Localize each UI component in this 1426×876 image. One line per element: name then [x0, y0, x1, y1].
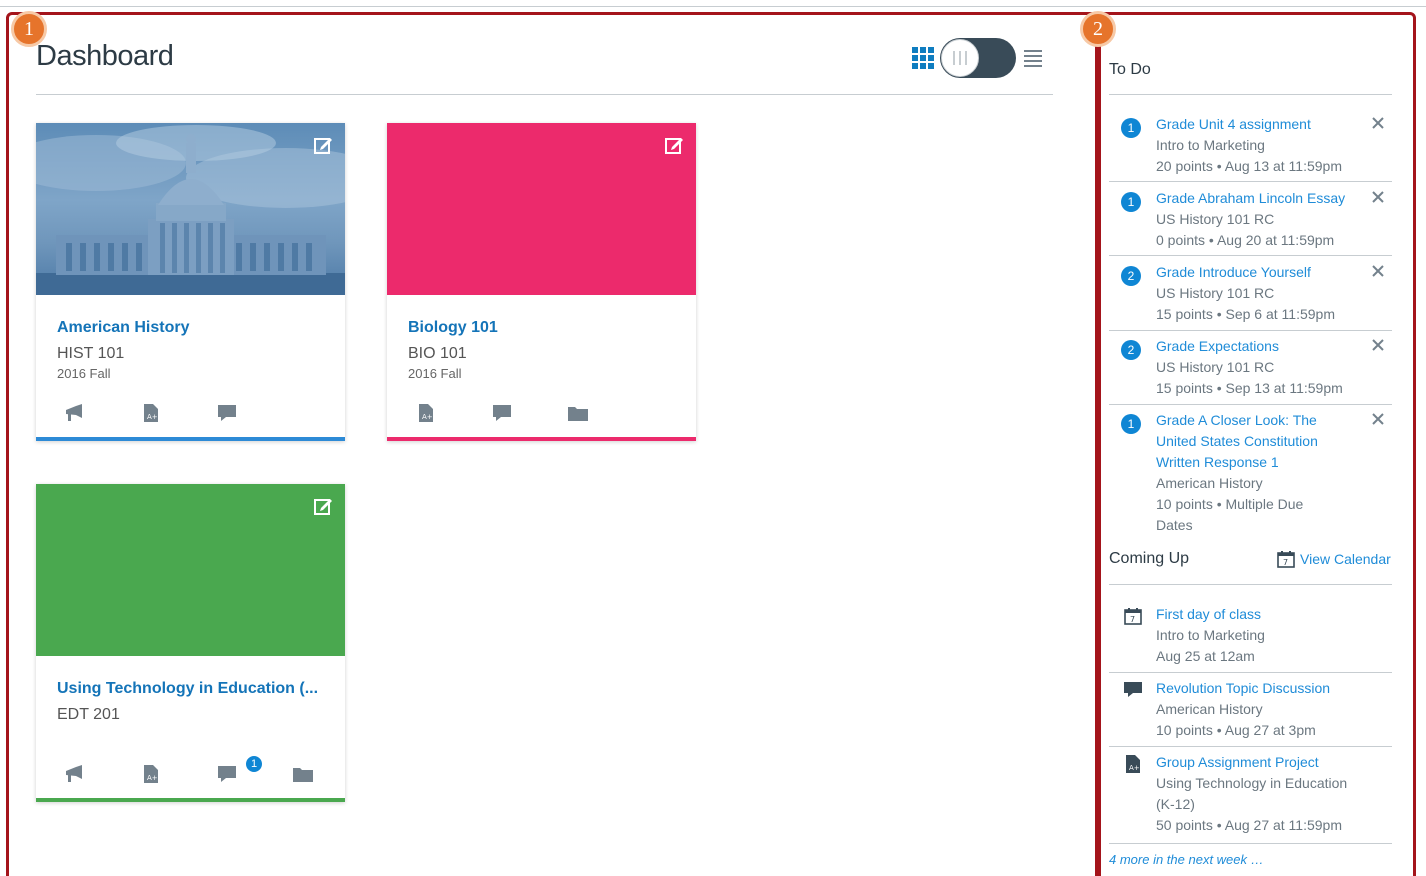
annotation-frame-dashboard	[6, 12, 1098, 876]
top-divider	[0, 6, 1426, 7]
annotation-badge: 1	[11, 11, 47, 47]
annotation-frame-sidebar	[1098, 12, 1416, 876]
annotation-badge: 2	[1080, 11, 1116, 47]
